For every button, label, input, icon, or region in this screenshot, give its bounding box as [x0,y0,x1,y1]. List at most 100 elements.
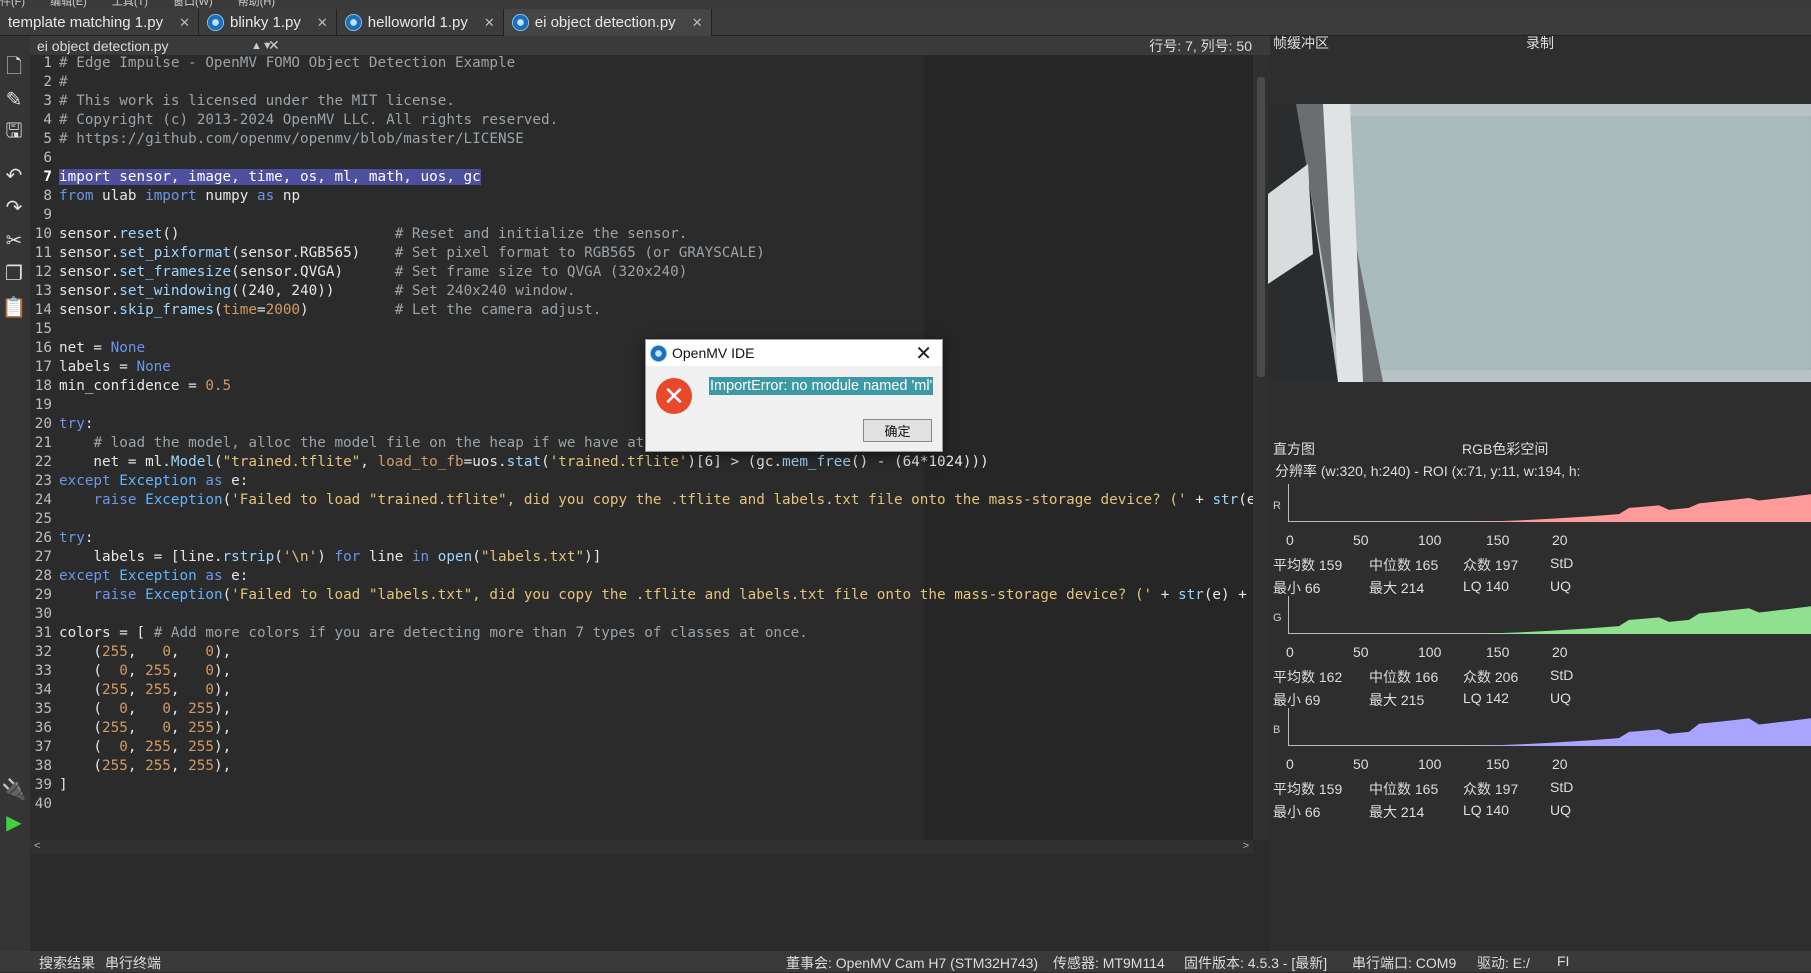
code-line: net = ml.Model("trained.tflite", load_to… [59,454,989,470]
search-results-tab[interactable]: 搜索结果 [39,953,95,973]
line-number: 15 [34,321,52,337]
ok-button[interactable]: 确定 [863,419,932,442]
board-info[interactable]: 董事会: OpenMV Cam H7 (STM32H743) [786,953,1038,973]
right-margin-area [924,55,1259,840]
undo-icon[interactable]: ↶ [2,164,26,187]
connect-icon[interactable]: 🔌 [2,778,27,801]
line-number: 14 [34,302,52,318]
code-editor: ei object detection.py ▲▼ ✕ 行号: 7, 列号: 5… [30,36,1270,951]
close-icon[interactable]: ✕ [484,15,495,31]
line-number: 3 [43,93,52,109]
error-dialog: OpenMV IDE ✕ ✕ ImportError: no module na… [645,339,943,452]
code-line: from ulab import numpy as np [59,188,301,204]
stat-min: 最小 69 [1273,692,1321,708]
code-line: ] [59,777,68,793]
line-number: 29 [34,587,52,603]
line-number: 5 [43,131,52,147]
copy-icon[interactable]: ❐ [2,262,26,285]
tick-label: 100 [1418,532,1442,548]
menu-help[interactable]: 帮助(H) [238,0,275,8]
code-line: net = None [59,340,146,356]
line-number: 22 [34,454,52,470]
serial-port-info[interactable]: 串行端口: COM9 [1352,953,1456,973]
tab-blinky[interactable]: blinky 1.py ✕ [199,9,337,36]
open-folder-icon[interactable]: ✎ [2,88,26,111]
stat-mode: 众数 197 [1463,557,1519,573]
error-icon: ✕ [656,378,692,414]
framebuffer-title: 帧缓冲区 [1273,35,1329,51]
stat-mode: 众数 197 [1463,781,1519,797]
stat-max: 最大 214 [1369,580,1425,596]
line-number: 17 [34,359,52,375]
dialog-titlebar: OpenMV IDE ✕ [646,340,942,366]
resolution-info: 分辨率 (w:320, h:240) - ROI (x:71, y:11, w:… [1275,463,1581,479]
histogram-curve [1289,606,1811,634]
stat-lq: LQ 140 [1463,578,1509,594]
stat-median: 中位数 165 [1369,557,1439,573]
tick-label: 20 [1552,644,1568,660]
colorspace-select[interactable]: RGB色彩空间 [1462,439,1548,459]
code-line: min_confidence = 0.5 [59,378,232,394]
histogram-plot [1288,708,1811,746]
cut-icon[interactable]: ✂ [2,229,26,252]
line-number: 35 [34,701,52,717]
tab-template-matching[interactable]: template matching 1.py ✕ [0,9,199,36]
stat-mean: 平均数 162 [1273,669,1343,685]
code-line: colors = [ # Add more colors if you are … [59,625,808,641]
menu-edit[interactable]: 编辑(E) [50,0,87,8]
document-selector[interactable]: ei object detection.py [37,38,169,54]
scroll-left-icon[interactable]: < [34,840,40,852]
line-number: 28 [34,568,52,584]
tab-helloworld[interactable]: helloworld 1.py ✕ [337,9,504,36]
record-button[interactable]: 录制 [1526,33,1554,53]
paste-icon[interactable]: 📋 [2,296,27,319]
line-number: 1 [43,55,52,71]
firmware-info[interactable]: 固件版本: 4.5.3 - [最新] [1184,953,1327,973]
menu-window[interactable]: 窗口(W) [173,0,213,8]
stat-uq: UQ [1550,802,1571,818]
new-file-icon[interactable]: 🗋 [2,56,26,80]
line-number: 20 [34,416,52,432]
stat-std: StD [1550,667,1574,683]
tab-ei-object-detection[interactable]: ei object detection.py ✕ [503,9,712,36]
code-line: try: [59,530,94,546]
close-icon[interactable]: ✕ [317,15,328,31]
menu-file[interactable]: 件(F) [0,0,25,8]
save-icon[interactable]: 🖫 [2,120,26,144]
code-line: # Copyright (c) 2013-2024 OpenMV LLC. Al… [59,112,559,128]
code-line: except Exception as e: [59,473,249,489]
drive-info[interactable]: 驱动: E:/ [1477,953,1530,973]
tab-label: blinky 1.py [230,14,301,31]
histogram-curve [1289,718,1811,746]
line-number-gutter: 1 2 3 4 5 6 7 8 9 10 11 12 13 14 15 16 17 18 19 20 21 22 23 24 2… [30,55,54,840]
serial-terminal-tab[interactable]: 串行终端 [105,953,161,973]
tab-label: helloworld 1.py [367,14,468,31]
close-icon[interactable]: ✕ [915,341,932,366]
tick-label: 20 [1552,756,1568,772]
tab-label: ei object detection.py [534,14,676,31]
line-number: 23 [34,473,52,489]
line-number: 19 [34,397,52,413]
run-icon[interactable]: ▶ [2,811,26,834]
scroll-right-icon[interactable]: > [1243,840,1249,852]
line-number: 39 [34,777,52,793]
close-document-icon[interactable]: ✕ [268,37,280,54]
line-number: 27 [34,549,52,565]
close-icon[interactable]: ✕ [692,15,703,31]
tick-label: 50 [1353,644,1369,660]
scrollbar-thumb[interactable] [1257,77,1265,377]
close-icon[interactable]: ✕ [179,15,190,31]
line-number: 9 [43,207,52,223]
sensor-info[interactable]: 传感器: MT9M114 [1053,953,1165,973]
code-line: sensor.set_pixformat(sensor.RGB565) # Se… [59,245,765,261]
redo-icon[interactable]: ↷ [2,196,26,219]
horizontal-scrollbar[interactable]: < > [30,840,1253,854]
code-line: try: [59,416,94,432]
code-line: # [59,74,68,90]
stat-std: StD [1550,779,1574,795]
menu-tools[interactable]: 工具(T) [112,0,148,8]
line-number: 16 [34,340,52,356]
cursor-position: 行号: 7, 列号: 50 [1149,37,1252,54]
tick-label: 150 [1486,644,1510,660]
line-number: 18 [34,378,52,394]
